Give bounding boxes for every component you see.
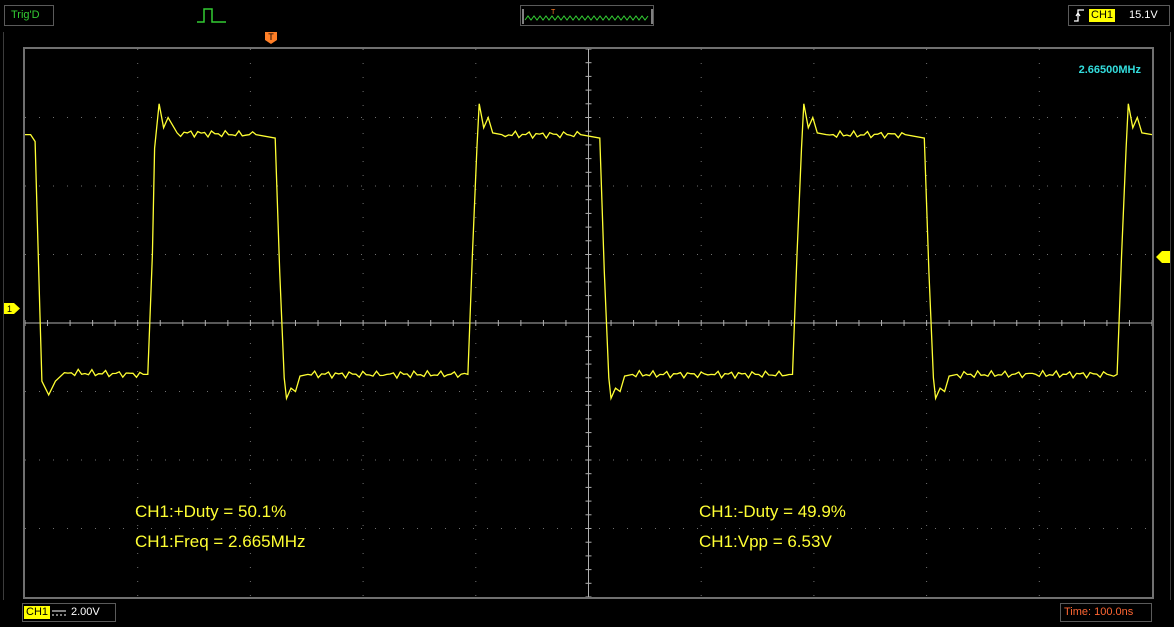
oscilloscope-window: Trig'D T CH1 15.1V T 1 2.66500MHz CH1:+D… bbox=[0, 0, 1174, 627]
timebase-box[interactable]: Time: 100.0ns bbox=[1060, 603, 1152, 622]
timebase: Time: 100.0ns bbox=[1064, 606, 1134, 618]
channel-1-offset-marker[interactable]: 1 bbox=[3, 302, 21, 315]
trigger-marker-label: T bbox=[268, 32, 274, 42]
channel-marker-label: 1 bbox=[7, 304, 12, 314]
trigger-level-marker[interactable] bbox=[1155, 250, 1171, 264]
measurement-frequency: CH1:Freq = 2.665MHz bbox=[135, 532, 306, 551]
dc-coupling-icon bbox=[52, 610, 66, 616]
volts-per-division: 2.00V bbox=[71, 606, 100, 618]
bottom-status-bar: CH1 2.00V Time: 100.0ns bbox=[0, 600, 1174, 627]
trigger-position-marker[interactable]: T bbox=[264, 31, 278, 45]
measurement-negative-duty: CH1:-Duty = 49.9% bbox=[699, 502, 846, 521]
measurement-positive-duty: CH1:+Duty = 50.1% bbox=[135, 502, 287, 521]
frequency-readout: 2.66500MHz bbox=[1078, 64, 1141, 76]
channel-badge: CH1 bbox=[24, 606, 51, 619]
channel-scale[interactable]: CH1 2.00V bbox=[22, 603, 116, 622]
measurement-vpp: CH1:Vpp = 6.53V bbox=[699, 532, 832, 551]
